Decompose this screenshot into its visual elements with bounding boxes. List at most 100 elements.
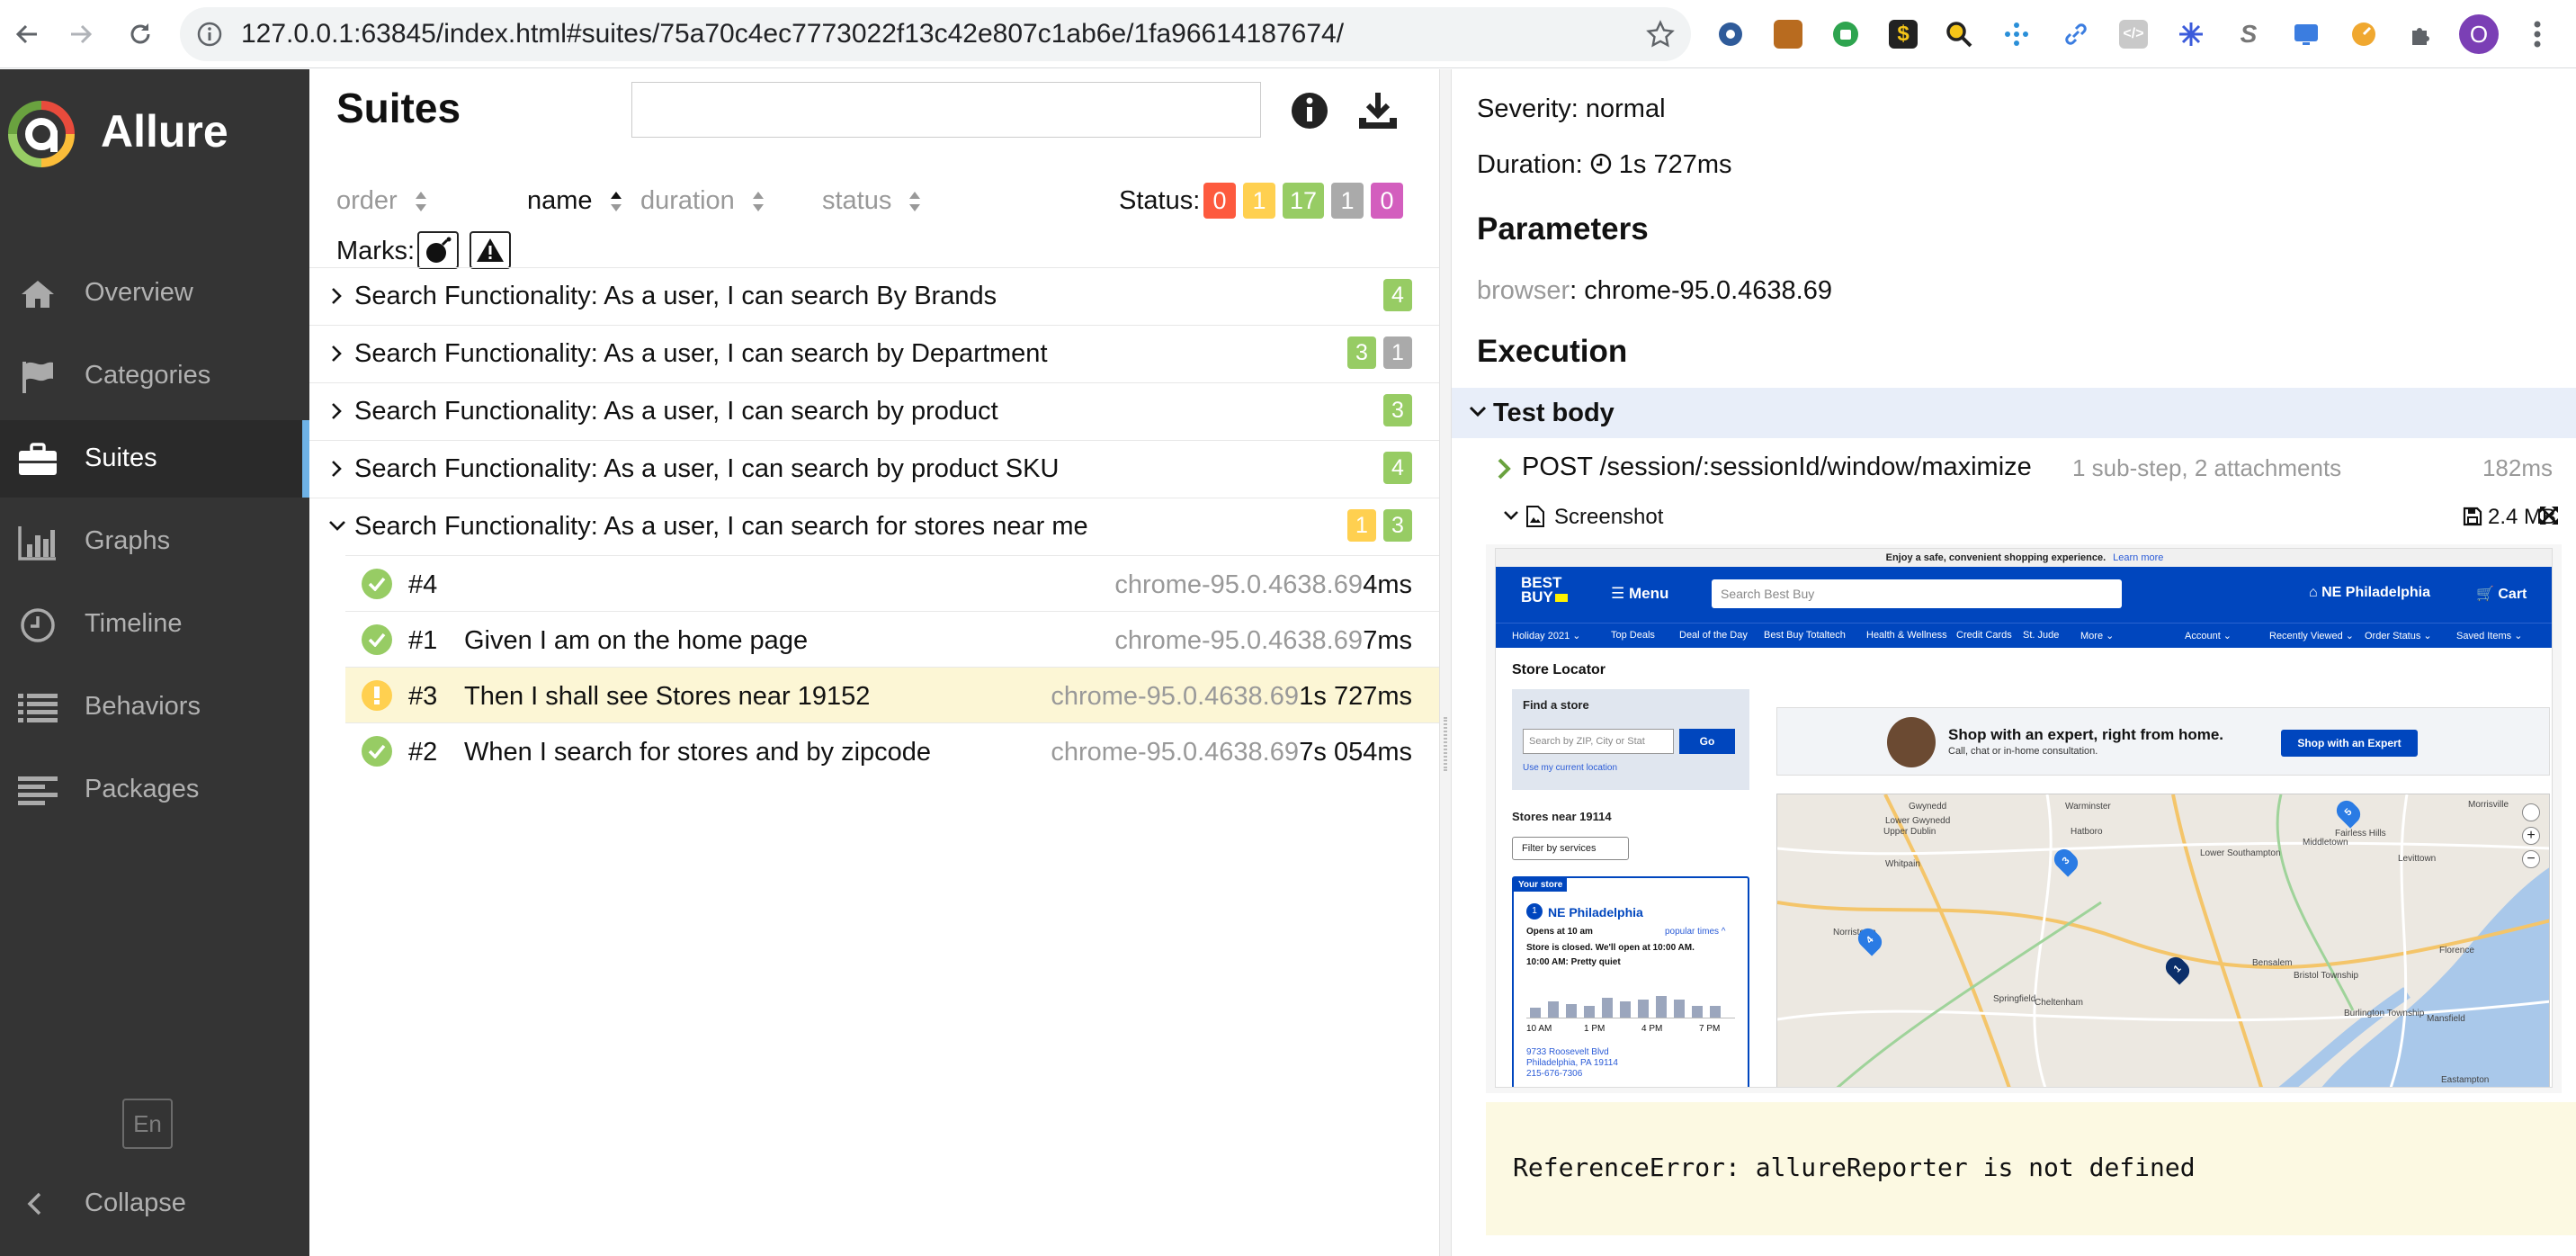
known-issue-mark-button[interactable] [470, 231, 511, 269]
suite-group-row[interactable]: Search Functionality: As a user, I can s… [309, 440, 1439, 498]
sidebar-item-categories[interactable]: Categories [0, 337, 309, 415]
marks-label: Marks: [336, 237, 415, 265]
status-filter-badge[interactable]: 0 [1371, 183, 1404, 219]
shot-store-number: 1 [1526, 903, 1543, 920]
status-filter-badge[interactable]: 1 [1331, 183, 1364, 219]
url-text[interactable]: 127.0.0.1:63845/index.html#suites/75a70c… [241, 21, 1344, 48]
bookmark-star-icon[interactable] [1646, 20, 1675, 53]
reload-icon[interactable] [122, 16, 158, 52]
test-detail-pane: Severity: normal Duration: 1s 727ms Para… [1452, 69, 2576, 1256]
shot-nav-item: Top Deals [1611, 630, 1655, 641]
shot-quiet: 10:00 AM: Pretty quiet [1526, 957, 1621, 967]
suite-group-row[interactable]: Search Functionality: As a user, I can s… [309, 498, 1439, 555]
suite-group-name: Search Functionality: As a user, I can s… [354, 397, 998, 426]
collapse-button[interactable]: Collapse [0, 1176, 309, 1230]
test-body-label: Test body [1493, 399, 1614, 427]
site-info-icon[interactable] [196, 21, 223, 48]
sort-name[interactable]: name [527, 186, 623, 216]
suite-group-row[interactable]: Search Functionality: As a user, I can s… [309, 382, 1439, 440]
fox-ext-icon[interactable] [1772, 18, 1804, 50]
browser-menu-icon[interactable] [2524, 16, 2551, 52]
language-switcher[interactable]: En [122, 1099, 173, 1149]
sort-order[interactable]: order [336, 186, 428, 216]
sort-arrows-icon [415, 191, 426, 211]
test-case-row[interactable]: #4 chrome-95.0.4638.69 4ms [345, 555, 1439, 611]
puzzle-icon[interactable] [2405, 18, 2437, 50]
suite-group-name: Search Functionality: As a user, I can s… [354, 282, 997, 310]
shot-popular-bar [1602, 998, 1613, 1018]
collapse-label: Collapse [85, 1189, 186, 1217]
screen-ext-icon[interactable] [2290, 18, 2322, 50]
shot-menu: ☰ Menu [1611, 585, 1669, 602]
search-input[interactable] [631, 82, 1261, 138]
sort-status[interactable]: status [822, 186, 922, 216]
suite-group-row[interactable]: Search Functionality: As a user, I can s… [309, 325, 1439, 382]
gauge-ext-icon[interactable] [2348, 18, 2380, 50]
duration-value: 1s 727ms [1618, 150, 1732, 179]
profile-avatar[interactable]: O [2459, 14, 2499, 54]
sidebar-item-behaviors[interactable]: Behaviors [0, 668, 309, 746]
sidebar-item-suites[interactable]: Suites [0, 420, 309, 498]
status-filter-badge[interactable]: 1 [1243, 183, 1275, 219]
shot-map-label: Warminster [2065, 802, 2111, 812]
shot-store-name: NE Philadelphia [1548, 905, 1643, 920]
shot-map-label: Middletown [2303, 838, 2348, 848]
attachment-screenshot[interactable]: Enjoy a safe, convenient shopping experi… [1486, 544, 2562, 1093]
chevron-right-icon [327, 286, 347, 310]
thumb-ext-icon[interactable] [1829, 18, 1862, 50]
test-body-section[interactable]: Test body [1452, 388, 2576, 438]
allure-logo[interactable] [7, 98, 76, 170]
shot-nav-item: Order Status ⌄ [2365, 631, 2432, 641]
shot-promo-sub: Call, chat or in-home consultation. [1948, 746, 2098, 757]
bar-chart-icon [18, 523, 58, 562]
shot-opens: Opens at 10 am [1526, 927, 1593, 937]
sidebar-item-packages[interactable]: Packages [0, 751, 309, 829]
spark-ext-icon[interactable] [2000, 18, 2033, 50]
suite-group-row[interactable]: Search Functionality: As a user, I can s… [309, 267, 1439, 325]
flaky-mark-button[interactable] [417, 231, 459, 269]
suite-group-counts: 4 [1383, 452, 1412, 484]
sidebar-item-label: Graphs [85, 526, 171, 555]
asterisk-ext-icon[interactable] [2175, 18, 2207, 50]
orbit-ext-icon[interactable] [1714, 18, 1747, 50]
test-case-row[interactable]: #1 Given I am on the home page chrome-95.0… [345, 611, 1439, 667]
status-filter-badge[interactable]: 17 [1283, 183, 1325, 219]
splitter-grip[interactable] [1444, 717, 1447, 771]
sidebar-item-graphs[interactable]: Graphs [0, 503, 309, 580]
allure-logo-icon [8, 101, 75, 167]
shot-map-label: Cheltenham [2035, 998, 2083, 1008]
magnifier-ext-icon[interactable] [1943, 18, 1975, 50]
sidebar-item-overview[interactable]: Overview [0, 255, 309, 332]
expand-icon[interactable] [2538, 505, 2560, 526]
shot-find-store: Find a store Search by ZIP, City or Stat… [1512, 689, 1749, 790]
sort-duration[interactable]: duration [640, 186, 765, 216]
chevron-right-icon [327, 344, 347, 368]
save-icon[interactable] [2463, 507, 2482, 526]
shot-zoom-in-icon: + [2522, 827, 2540, 845]
shot-cart-label: Cart [2498, 587, 2527, 602]
code-ext-icon[interactable]: </> [2117, 18, 2150, 50]
info-icon[interactable] [1290, 91, 1329, 130]
link-ext-icon[interactable] [2060, 18, 2092, 50]
shot-time-label: 1 PM [1584, 1024, 1606, 1034]
s-ext-icon[interactable]: S [2232, 18, 2265, 50]
download-icon[interactable] [1356, 89, 1400, 132]
test-case-row[interactable]: #3 Then I shall see Stores near 19152 chro… [345, 667, 1439, 722]
brand-name[interactable]: Allure [101, 105, 228, 157]
duration: Duration: 1s 727ms [1477, 150, 1732, 180]
step-row[interactable]: POST /session/:sessionId/window/maximize… [1495, 445, 2565, 490]
sidebar-item-timeline[interactable]: Timeline [0, 586, 309, 663]
attachment-row[interactable]: Screenshot 2.4 MB [1502, 499, 2563, 535]
status-filter-badge[interactable]: 0 [1203, 183, 1236, 219]
dollar-ext-icon[interactable]: $ [1887, 18, 1919, 50]
test-case-row[interactable]: #2 When I search for stores and by zipcod… [345, 722, 1439, 778]
count-badge: 3 [1383, 509, 1412, 542]
forward-icon[interactable] [63, 16, 99, 52]
shot-popular-bar [1566, 1004, 1577, 1018]
shot-map-label: Fairless Hills [2335, 829, 2386, 839]
shot-map-label: Mansfield [2427, 1014, 2465, 1024]
address-bar[interactable]: 127.0.0.1:63845/index.html#suites/75a70c… [180, 7, 1691, 61]
back-icon[interactable] [9, 16, 45, 52]
shot-popular-bar [1548, 1001, 1559, 1018]
pane-splitter[interactable] [1439, 69, 1452, 1256]
